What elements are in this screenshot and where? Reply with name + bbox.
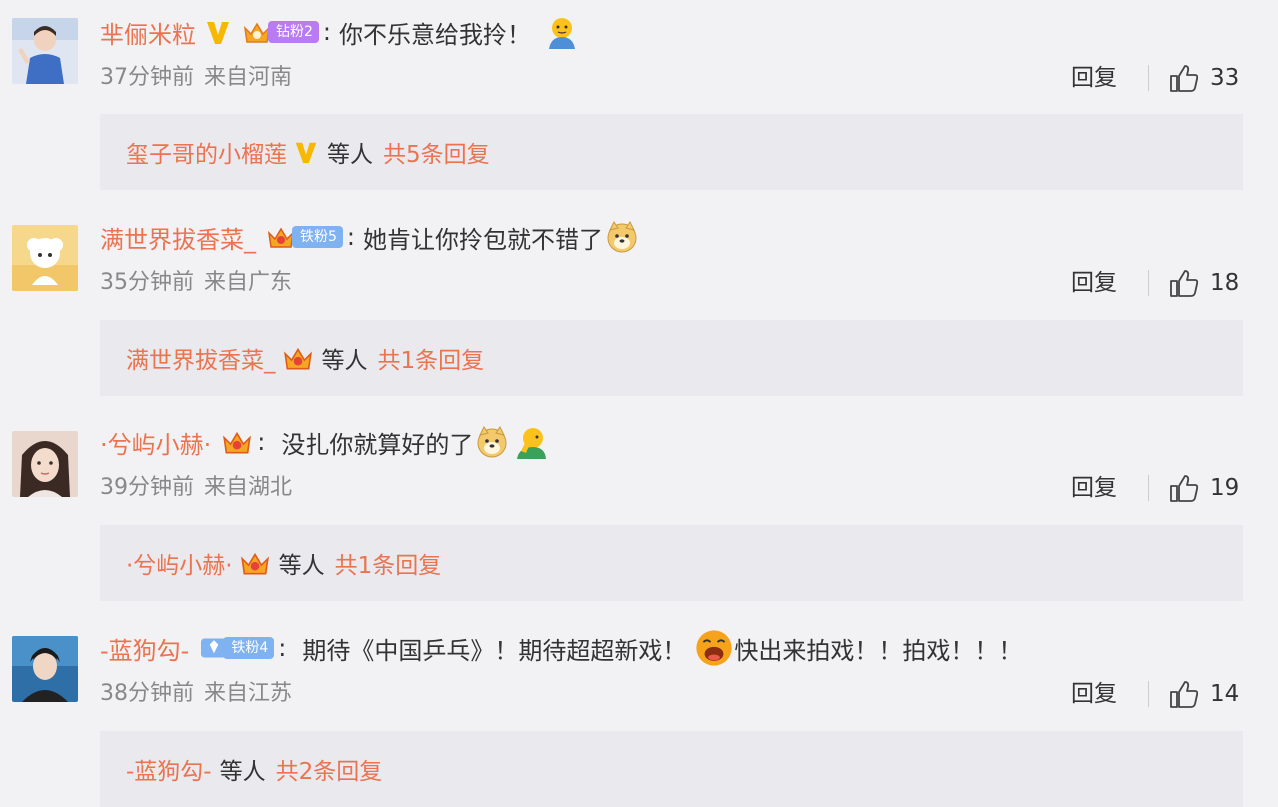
avatar[interactable] bbox=[12, 431, 78, 497]
reply-username[interactable]: ·兮屿小赫· bbox=[126, 546, 233, 580]
timestamp: 39分钟前 bbox=[100, 475, 194, 500]
crying-emoji-icon bbox=[696, 630, 732, 666]
comment-meta: 35分钟前 来自广东 bbox=[100, 267, 292, 299]
colon: : bbox=[346, 223, 356, 251]
username-link[interactable]: 芈俪米粒 bbox=[100, 15, 196, 50]
thumbs-up-icon bbox=[1170, 475, 1199, 502]
like-button[interactable]: 18 bbox=[1168, 266, 1239, 300]
sub-replies-summary[interactable]: ·兮屿小赫· 等人 共1条回复 bbox=[100, 525, 1243, 601]
like-count: 19 bbox=[1210, 475, 1240, 501]
location: 来自河南 bbox=[204, 65, 293, 90]
reply-others-text: 等人 bbox=[321, 348, 368, 374]
location: 来自湖北 bbox=[204, 475, 293, 500]
fan-badge[interactable]: 钻粉2 bbox=[242, 18, 319, 46]
comment-meta: 37分钟前 来自河南 bbox=[100, 62, 292, 94]
crown-icon bbox=[240, 552, 269, 575]
avatar[interactable] bbox=[12, 636, 78, 702]
colon: : bbox=[278, 634, 287, 662]
timestamp: 38分钟前 bbox=[100, 681, 194, 706]
divider bbox=[1148, 681, 1149, 707]
reply-button[interactable]: 回复 bbox=[1071, 62, 1117, 94]
comment-text: 期待《中国乒乓》！期待超超新戏！ bbox=[302, 636, 687, 665]
reply-count-link[interactable]: 共5条回复 bbox=[383, 135, 490, 169]
divider bbox=[1148, 65, 1149, 91]
reply-username[interactable]: 玺子哥的小榴莲 bbox=[126, 135, 287, 169]
divider bbox=[1148, 475, 1149, 501]
reply-button[interactable]: 回复 bbox=[1071, 472, 1117, 504]
like-button[interactable]: 33 bbox=[1168, 61, 1239, 95]
reply-others-text: 等人 bbox=[327, 142, 373, 168]
reply-count-link[interactable]: 共1条回复 bbox=[378, 341, 485, 375]
colon: : bbox=[322, 18, 332, 46]
reply-button[interactable]: 回复 bbox=[1071, 267, 1117, 299]
shrug-emoji-icon bbox=[549, 18, 576, 49]
timestamp: 37分钟前 bbox=[100, 65, 194, 90]
fan-badge[interactable]: 铁粉4 bbox=[201, 634, 275, 662]
timestamp: 35分钟前 bbox=[100, 270, 194, 295]
avatar[interactable] bbox=[12, 225, 78, 291]
crown-icon bbox=[283, 347, 312, 370]
like-count: 14 bbox=[1210, 681, 1240, 707]
comment-text: 没扎你就算好的了 bbox=[281, 430, 474, 459]
username-link[interactable]: ·兮屿小赫· bbox=[100, 425, 211, 460]
like-button[interactable]: 14 bbox=[1168, 677, 1239, 711]
reply-count-link[interactable]: 共1条回复 bbox=[335, 546, 442, 580]
fan-badge-label: 钻粉2 bbox=[268, 21, 319, 43]
reply-button[interactable]: 回复 bbox=[1071, 678, 1117, 710]
sub-replies-summary[interactable]: 满世界拔香菜_ 等人 共1条回复 bbox=[100, 320, 1243, 396]
fan-badge-label: 铁粉5 bbox=[292, 226, 343, 248]
doge-emoji-icon bbox=[477, 426, 507, 458]
verified-v-icon bbox=[207, 22, 229, 44]
sub-replies-summary[interactable]: -蓝狗勾- 等人 共2条回复 bbox=[100, 731, 1243, 807]
thumbs-up-icon bbox=[1170, 270, 1199, 297]
comment-text: 你不乐意给我拎！ bbox=[339, 20, 532, 49]
like-count: 18 bbox=[1210, 270, 1240, 296]
avatar[interactable] bbox=[12, 18, 78, 84]
reply-others-text: 等人 bbox=[219, 759, 266, 785]
doge-emoji-icon bbox=[607, 221, 637, 253]
comment-text-continued: 快出来拍戏！！拍戏！！！ bbox=[734, 636, 1023, 665]
like-button[interactable]: 19 bbox=[1168, 471, 1239, 505]
thumbs-up-icon bbox=[1170, 681, 1199, 708]
comment-text: 她肯让你拎包就不错了 bbox=[363, 225, 604, 254]
fan-badge[interactable]: 铁粉5 bbox=[266, 223, 343, 251]
comment-meta: 39分钟前 来自湖北 bbox=[100, 472, 292, 504]
like-count: 33 bbox=[1210, 65, 1240, 91]
reply-count-link[interactable]: 共2条回复 bbox=[276, 752, 383, 786]
crown-icon bbox=[223, 431, 252, 454]
location: 来自广东 bbox=[204, 270, 293, 295]
colon: : bbox=[257, 428, 266, 456]
verified-v-icon bbox=[295, 142, 317, 164]
reply-others-text: 等人 bbox=[278, 553, 325, 579]
sub-replies-summary[interactable]: 玺子哥的小榴莲 等人 共5条回复 bbox=[100, 114, 1243, 190]
comment-meta: 38分钟前 来自江苏 bbox=[100, 678, 292, 710]
facepalm-emoji-icon bbox=[517, 428, 547, 459]
fan-badge-label: 铁粉4 bbox=[223, 637, 275, 659]
divider bbox=[1148, 270, 1149, 296]
location: 来自江苏 bbox=[204, 681, 293, 706]
reply-username[interactable]: -蓝狗勾- bbox=[126, 752, 212, 786]
username-link[interactable]: -蓝狗勾- bbox=[100, 631, 189, 666]
thumbs-up-icon bbox=[1170, 65, 1199, 92]
reply-username[interactable]: 满世界拔香菜_ bbox=[126, 341, 276, 375]
username-link[interactable]: 满世界拔香菜_ bbox=[100, 220, 256, 255]
